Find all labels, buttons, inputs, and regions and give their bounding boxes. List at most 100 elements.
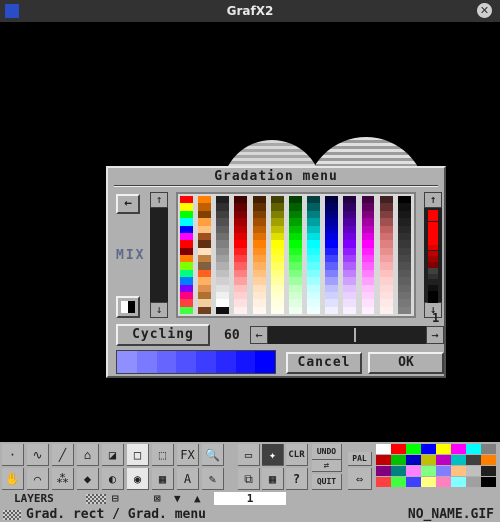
palette-swatch[interactable]: [406, 466, 421, 476]
palette-cell[interactable]: [234, 240, 248, 248]
palette-cell[interactable]: [343, 284, 357, 292]
palette-cell[interactable]: [216, 232, 230, 241]
palette-cell[interactable]: [379, 262, 393, 270]
palette-cell[interactable]: [361, 203, 375, 211]
palette-grid[interactable]: [176, 192, 416, 318]
palette-cell[interactable]: [180, 232, 193, 241]
palette-swatch[interactable]: [421, 466, 436, 476]
palette-swatch[interactable]: [436, 455, 451, 465]
palette-cell[interactable]: [234, 196, 248, 204]
palette-cell[interactable]: [288, 210, 302, 219]
palette-swatch[interactable]: [421, 444, 436, 454]
layer-down-icon[interactable]: ▼: [174, 492, 181, 505]
palette-cell[interactable]: [397, 247, 411, 255]
palette-cell[interactable]: [343, 203, 357, 211]
palette-cell[interactable]: [270, 196, 284, 204]
scroll-down-button[interactable]: ↓: [150, 302, 168, 318]
palette-cell[interactable]: [361, 262, 375, 270]
palette-cell[interactable]: [343, 218, 357, 226]
palette-cell[interactable]: [397, 203, 411, 211]
palette-cell[interactable]: [216, 291, 230, 300]
palette-cell[interactable]: [343, 210, 357, 219]
effects-icon[interactable]: ✦: [262, 444, 284, 466]
palette-cell[interactable]: [198, 269, 212, 278]
pages-icon[interactable]: ⧉: [238, 468, 260, 490]
palette-cell[interactable]: [325, 218, 339, 226]
palette-cell[interactable]: [180, 291, 193, 300]
palette-cell[interactable]: [397, 218, 411, 226]
palette-cell[interactable]: [198, 299, 212, 307]
palette-cell[interactable]: [252, 247, 266, 255]
palette-cell[interactable]: [288, 255, 302, 263]
palette-cell[interactable]: [343, 225, 357, 233]
palette-cell[interactable]: [234, 299, 248, 307]
tool-button[interactable]: □: [127, 444, 149, 466]
tool-button[interactable]: ╱: [52, 444, 74, 466]
palette-cell[interactable]: [180, 210, 193, 219]
palette-cell[interactable]: [180, 269, 193, 278]
palette-cell[interactable]: [198, 203, 212, 211]
palette-cell[interactable]: [379, 255, 393, 263]
palette-swatch[interactable]: [391, 477, 406, 487]
palette-cell[interactable]: [288, 269, 302, 278]
palette-swatch[interactable]: [376, 477, 391, 487]
palette-cell[interactable]: [325, 210, 339, 219]
palette-cell[interactable]: [307, 210, 321, 219]
layer-up-icon[interactable]: ▲: [194, 492, 201, 505]
palette-cell[interactable]: [270, 299, 284, 307]
palette-cell[interactable]: [198, 262, 212, 270]
layer-merge-icon[interactable]: ⊟: [112, 492, 119, 505]
palette-cell[interactable]: [198, 240, 212, 248]
palette-cell[interactable]: [234, 225, 248, 233]
settings-icon[interactable]: ▦: [262, 468, 284, 490]
palette-cell[interactable]: [343, 306, 357, 314]
palette-cell[interactable]: [270, 203, 284, 211]
palette-cell[interactable]: [252, 306, 266, 314]
palette-cell[interactable]: [198, 210, 212, 219]
palette-cell[interactable]: [307, 306, 321, 314]
palette-swatch[interactable]: [376, 455, 391, 465]
palette-cell[interactable]: [307, 196, 321, 204]
palette-cell[interactable]: [343, 247, 357, 255]
palette-cell[interactable]: [379, 284, 393, 292]
palette-cell[interactable]: [270, 291, 284, 300]
close-icon[interactable]: ✕: [477, 3, 492, 18]
undo-button[interactable]: UNDO: [312, 444, 342, 460]
speed-left-button[interactable]: ←: [250, 326, 268, 344]
palette-cell[interactable]: [216, 299, 230, 307]
palette-cell[interactable]: [397, 210, 411, 219]
redo-icon[interactable]: ⇄: [312, 460, 342, 472]
palette-cell[interactable]: [379, 291, 393, 300]
palette-cell[interactable]: [252, 277, 266, 285]
palette-cell[interactable]: [325, 291, 339, 300]
screen-icon[interactable]: ▭: [238, 444, 260, 466]
ok-button[interactable]: OK: [368, 352, 444, 374]
palette-cell[interactable]: [307, 262, 321, 270]
tool-button[interactable]: ⁂: [52, 468, 74, 490]
palette-cell[interactable]: [397, 225, 411, 233]
palette-cell[interactable]: [361, 284, 375, 292]
palette-swatch[interactable]: [421, 455, 436, 465]
palette-swatch[interactable]: [406, 477, 421, 487]
palette-cell[interactable]: [307, 247, 321, 255]
palette-cell[interactable]: [379, 210, 393, 219]
palette-cell[interactable]: [252, 284, 266, 292]
palette-swatch[interactable]: [391, 444, 406, 454]
layer-number[interactable]: 1: [214, 492, 286, 505]
palette-cell[interactable]: [325, 225, 339, 233]
palette-cell[interactable]: [270, 255, 284, 263]
palette-swatch[interactable]: [481, 455, 496, 465]
palette-cell[interactable]: [397, 269, 411, 278]
palette-swatch[interactable]: [466, 444, 481, 454]
palette-cell[interactable]: [252, 269, 266, 278]
palette-swatch[interactable]: [376, 466, 391, 476]
palette-cell[interactable]: [288, 225, 302, 233]
palette-cell[interactable]: [307, 284, 321, 292]
palette-cell[interactable]: [270, 262, 284, 270]
palette-swatch[interactable]: [391, 455, 406, 465]
tool-button[interactable]: ◉: [127, 468, 149, 490]
palette-cell[interactable]: [216, 225, 230, 233]
palette-cell[interactable]: [180, 284, 193, 292]
tool-button[interactable]: ▦: [152, 468, 174, 490]
palette-cell[interactable]: [379, 196, 393, 204]
